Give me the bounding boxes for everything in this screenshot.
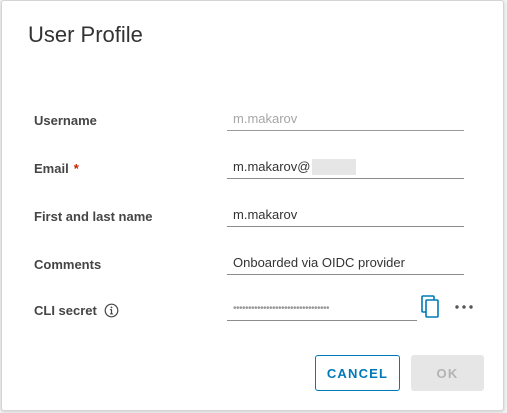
cli-secret-row: CLI secret •••••••••••••••••••••••••••••… <box>2 294 503 333</box>
email-label-text: Email <box>34 161 69 176</box>
full-name-field[interactable]: m.makarov <box>227 203 464 227</box>
email-label: Email * <box>34 161 79 176</box>
comments-value: Onboarded via OIDC provider <box>233 255 405 270</box>
cli-secret-label-text: CLI secret <box>34 303 97 318</box>
username-field: m.makarov <box>227 107 464 131</box>
email-row: Email * m.makarov@ <box>2 155 503 191</box>
comments-label: Comments <box>34 257 101 272</box>
username-row: Username m.makarov <box>2 107 503 143</box>
copy-icon[interactable] <box>420 294 442 320</box>
email-value: m.makarov@ <box>233 159 311 174</box>
username-label-text: Username <box>34 113 97 128</box>
cli-secret-field[interactable]: •••••••••••••••••••••••••••••••• <box>227 297 417 321</box>
cancel-button[interactable]: CANCEL <box>315 355 400 391</box>
dialog-title: User Profile <box>28 22 143 47</box>
full-name-label: First and last name <box>34 209 152 224</box>
username-value: m.makarov <box>233 111 298 126</box>
username-label: Username <box>34 113 97 128</box>
info-icon[interactable] <box>104 303 119 318</box>
user-profile-dialog: User Profile Username m.makarov Email * … <box>1 0 504 411</box>
full-name-label-text: First and last name <box>34 209 153 224</box>
comments-label-text: Comments <box>34 257 102 272</box>
comments-field[interactable]: Onboarded via OIDC provider <box>227 251 464 275</box>
full-name-value: m.makarov <box>233 207 298 222</box>
cli-secret-value: •••••••••••••••••••••••••••••••• <box>233 303 330 314</box>
email-redaction <box>311 158 356 175</box>
ok-button[interactable]: OK <box>411 355 484 391</box>
required-marker: * <box>73 161 79 176</box>
email-field[interactable]: m.makarov@ <box>227 155 464 179</box>
ellipsis-icon[interactable] <box>453 300 475 312</box>
cli-secret-label: CLI secret <box>34 303 119 318</box>
full-name-row: First and last name m.makarov <box>2 203 503 239</box>
comments-row: Comments Onboarded via OIDC provider <box>2 251 503 287</box>
